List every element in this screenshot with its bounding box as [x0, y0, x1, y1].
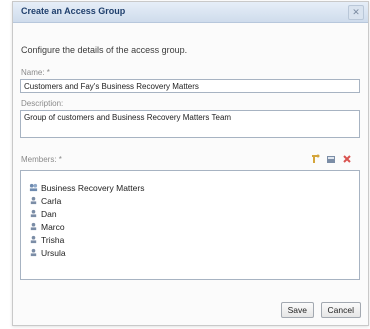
group-icon	[29, 183, 38, 192]
member-label: Ursula	[41, 248, 66, 258]
user-icon	[30, 235, 37, 244]
remove-member-icon[interactable]	[342, 154, 352, 164]
member-user[interactable]: Marco	[29, 221, 65, 233]
dialog-hint: Configure the details of the access grou…	[21, 45, 188, 55]
dialog-buttons: Save Cancel	[277, 302, 361, 318]
create-access-group-dialog: Create an Access Group ✕ Configure the d…	[12, 1, 369, 326]
members-list[interactable]: Business Recovery Matters Carla Dan Marc…	[20, 170, 360, 280]
member-label: Dan	[41, 209, 57, 219]
user-icon	[30, 222, 37, 231]
member-label: Carla	[41, 196, 62, 206]
close-icon[interactable]: ✕	[348, 5, 364, 20]
member-group[interactable]: Business Recovery Matters	[29, 182, 144, 194]
member-label: Marco	[41, 222, 65, 232]
description-field[interactable]: Group of customers and Business Recovery…	[20, 110, 360, 138]
dialog-titlebar[interactable]: Create an Access Group ✕	[13, 2, 368, 23]
cancel-button[interactable]: Cancel	[320, 302, 361, 318]
member-label: Business Recovery Matters	[41, 183, 145, 193]
user-icon	[30, 209, 37, 218]
member-user[interactable]: Carla	[29, 195, 61, 207]
members-label: Members: *	[21, 155, 62, 164]
user-icon	[30, 248, 37, 257]
description-label: Description:	[21, 99, 64, 108]
name-label: Name: *	[21, 68, 50, 77]
edit-member-icon[interactable]	[326, 154, 336, 164]
member-user[interactable]: Ursula	[29, 247, 66, 259]
add-member-icon[interactable]	[310, 154, 320, 164]
dialog-title: Create an Access Group	[21, 6, 126, 16]
member-user[interactable]: Dan	[29, 208, 57, 220]
member-user[interactable]: Trisha	[29, 234, 64, 246]
member-label: Trisha	[41, 235, 65, 245]
user-icon	[30, 196, 37, 205]
name-field[interactable]: Customers and Fay's Business Recovery Ma…	[20, 79, 360, 93]
save-button[interactable]: Save	[280, 302, 315, 318]
